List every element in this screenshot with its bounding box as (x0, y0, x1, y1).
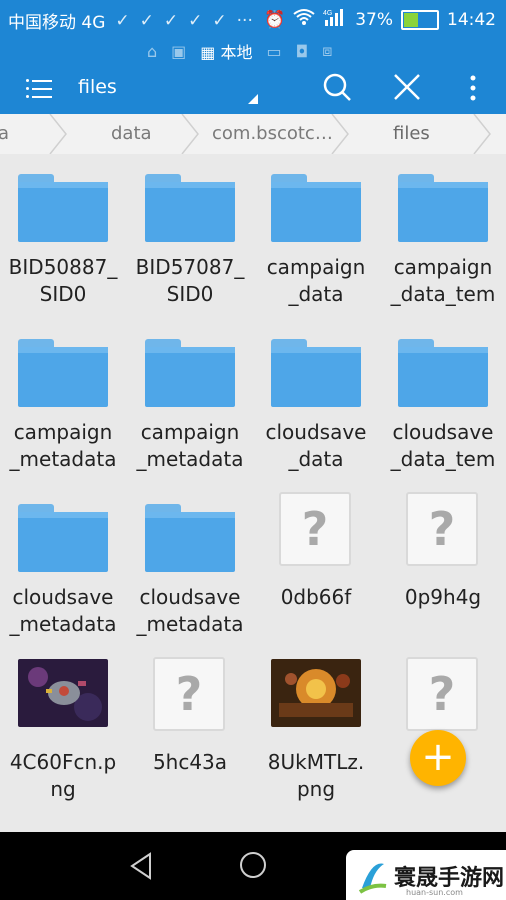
folder-icon (18, 174, 108, 242)
chevron-right-icon (181, 114, 199, 154)
file-name: cloudsave _metadata (9, 585, 117, 636)
folder-icon (398, 174, 488, 242)
more-vert-icon[interactable] (462, 74, 484, 102)
file-item[interactable]: ? 5hc43a (127, 649, 253, 814)
search-icon[interactable] (322, 72, 352, 102)
folder-icon (18, 504, 108, 572)
folder-item[interactable]: campaign _metadata (127, 319, 253, 484)
folder-item[interactable]: cloudsave _data (253, 319, 379, 484)
chevron-right-icon (473, 114, 491, 154)
check-icon: ✓ (188, 10, 203, 31)
more-icon: ··· (236, 10, 253, 31)
check-icon: ✓ (163, 10, 179, 31)
image-thumbnail (271, 659, 361, 727)
file-name: cloudsave _data_tem (390, 420, 496, 471)
toolbar: files (0, 62, 506, 114)
folder-item[interactable]: cloudsave _data_tem (380, 319, 506, 484)
back-icon[interactable] (128, 852, 154, 880)
local-storage-tab[interactable]: ▦ 本地 (200, 39, 252, 63)
unknown-file-icon: ? (406, 492, 478, 566)
file-name: BID57087_ SID0 (135, 255, 245, 306)
check-icon: ✓ (115, 10, 130, 31)
folder-item[interactable]: campaign _data (253, 154, 379, 319)
check-icon: ✓ (139, 10, 154, 31)
android-icon[interactable]: ◘ (296, 42, 309, 61)
storage-strip: ⌂ ▣ ▦ 本地 ▭ ◘ ⧈ (0, 36, 506, 62)
breadcrumb-item[interactable]: a (0, 123, 9, 144)
page-title: files (78, 76, 117, 98)
unknown-file-icon: ? (406, 657, 478, 731)
file-item[interactable]: 8UkMTLz. png (253, 649, 379, 814)
chevron-right-icon (49, 114, 67, 154)
home-nav-icon[interactable] (240, 852, 266, 878)
file-name: 0p9h4g (404, 585, 482, 609)
chevron-right-icon (331, 114, 349, 154)
folder-item[interactable]: campaign _metadata (0, 319, 126, 484)
carrier-label: 中国移动 4G (8, 13, 106, 33)
folder-icon (145, 339, 235, 407)
file-item[interactable]: 4C60Fcn.p ng (0, 649, 126, 814)
file-name: campaign _metadata (9, 420, 117, 471)
file-name: 5hc43a (152, 750, 228, 774)
watermark-logo: 寰晟手游网 huan-sun.com (346, 850, 506, 900)
unknown-file-icon: ? (153, 657, 225, 731)
battery-icon (401, 9, 439, 30)
check-icon: ✓ (212, 10, 227, 31)
file-item[interactable]: ? 0p9h4g (380, 484, 506, 649)
signal-icon: 4G (323, 8, 347, 31)
local-storage-label: 本地 (220, 43, 253, 62)
file-name: BID50887_ SID0 (8, 255, 118, 306)
clock: 14:42 (447, 9, 496, 30)
breadcrumb-item[interactable]: com.bscotc… (212, 123, 333, 144)
status-bar: 中国移动 4G ✓ ✓ ✓ ✓ ✓ ··· ⏰ 4G 37% 14:42 (0, 0, 506, 36)
home-icon[interactable]: ⌂ (147, 42, 157, 61)
folder-item[interactable]: cloudsave _metadata (127, 484, 253, 649)
file-name: 4C60Fcn.p ng (9, 750, 117, 801)
file-name: campaign _metadata (136, 420, 244, 471)
breadcrumb: a data com.bscotc… files (0, 114, 506, 155)
menu-icon[interactable] (26, 74, 54, 102)
message-icon[interactable]: ▭ (267, 42, 282, 61)
unknown-file-icon: ? (279, 492, 351, 566)
wifi-icon (293, 8, 315, 31)
file-name: 8UkMTLz. png (267, 750, 365, 801)
file-name: cloudsave _data (265, 420, 367, 471)
file-item[interactable]: ? 0db66f (253, 484, 379, 649)
watermark-emblem-icon (358, 863, 387, 894)
folder-icon (398, 339, 488, 407)
file-name: cloudsave _metadata (136, 585, 244, 636)
network-type-label: 4G (323, 10, 332, 17)
folder-item[interactable]: cloudsave _metadata (0, 484, 126, 649)
folder-item[interactable]: BID50887_ SID0 (0, 154, 126, 319)
folder-icon (271, 339, 361, 407)
dropdown-indicator-icon[interactable] (248, 94, 258, 104)
image-thumbnail (18, 659, 108, 727)
image-icon[interactable]: ▣ (171, 42, 186, 61)
download-icon[interactable]: ⧈ (322, 41, 332, 61)
breadcrumb-item[interactable]: data (111, 123, 152, 144)
folder-item[interactable]: BID57087_ SID0 (127, 154, 253, 319)
breadcrumb-item-current[interactable]: files (393, 123, 430, 144)
file-name: campaign _data (266, 255, 366, 306)
file-name: campaign _data_tem (390, 255, 496, 306)
alarm-icon: ⏰ (264, 9, 286, 30)
battery-percent: 37% (355, 9, 393, 30)
folder-item[interactable]: campaign _data_tem (380, 154, 506, 319)
notification-icons: ✓ ✓ ✓ ✓ ✓ ··· (115, 11, 252, 31)
watermark-url: huan-sun.com (406, 888, 463, 897)
add-button[interactable]: + (410, 730, 466, 786)
folder-icon (145, 174, 235, 242)
folder-icon (18, 339, 108, 407)
folder-icon (271, 174, 361, 242)
folder-icon (145, 504, 235, 572)
close-icon[interactable] (392, 72, 422, 102)
file-name: 0db66f (280, 585, 352, 609)
